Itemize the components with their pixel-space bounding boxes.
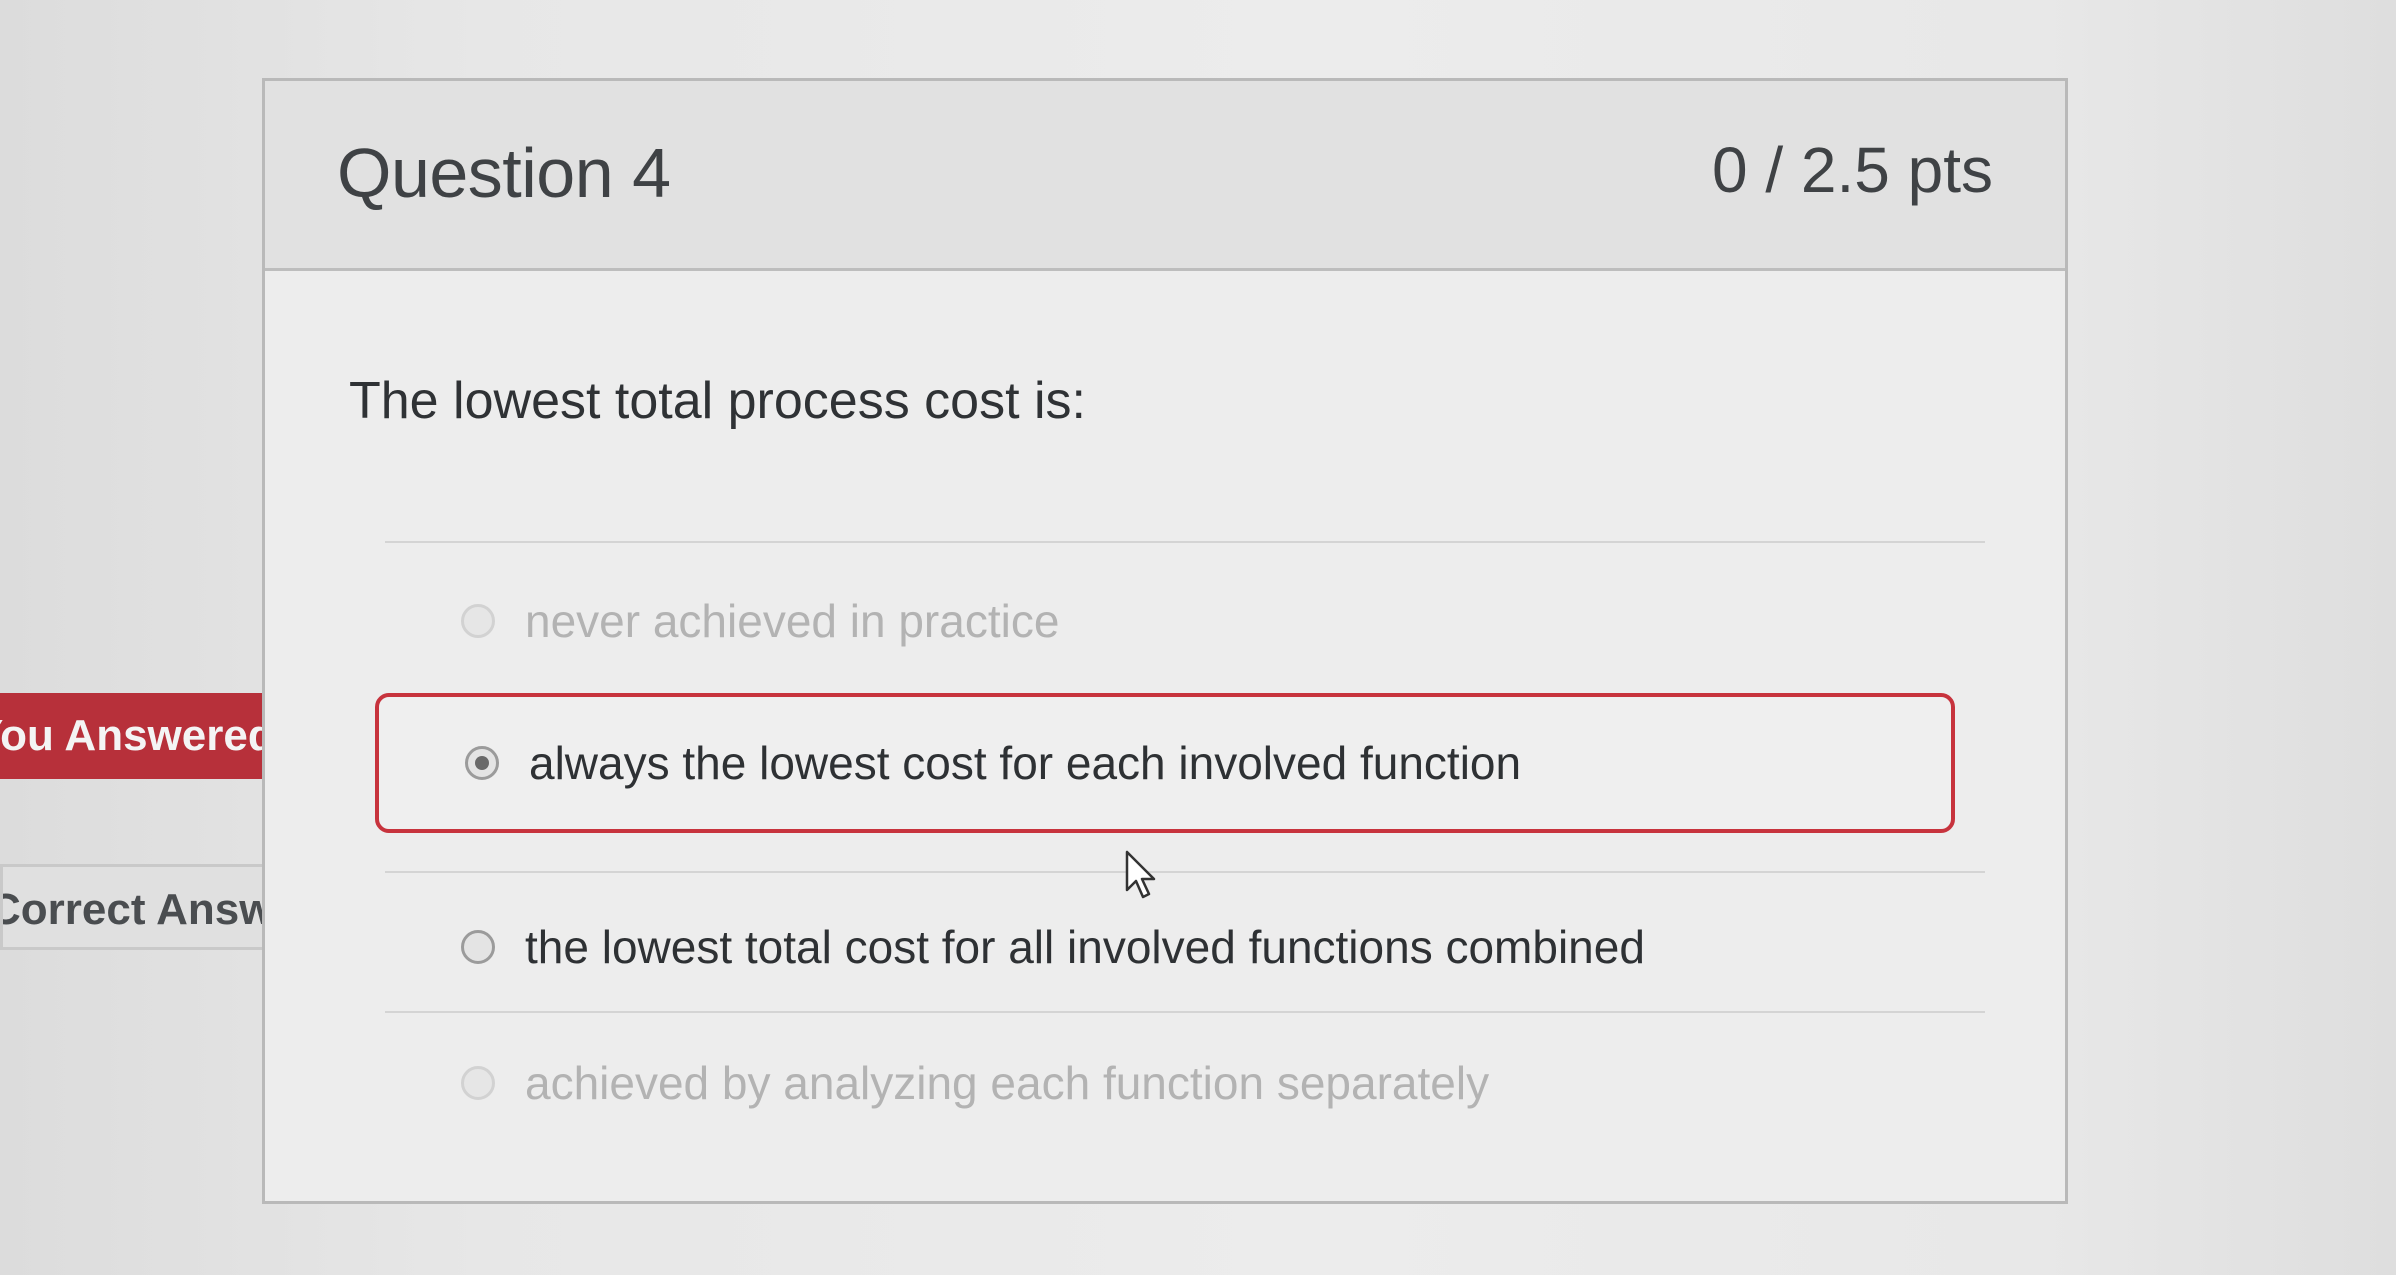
- radio-button-icon[interactable]: [465, 746, 499, 780]
- answer-option-1[interactable]: never achieved in practice: [375, 551, 1955, 691]
- question-title: Question 4: [337, 134, 671, 212]
- answer-divider: [385, 541, 1985, 543]
- answer-option-3-correct[interactable]: the lowest total cost for all involved f…: [375, 877, 1955, 1017]
- mouse-pointer-icon: [1125, 850, 1156, 899]
- answer-label: achieved by analyzing each function sepa…: [525, 1057, 1490, 1109]
- answer-label: the lowest total cost for all involved f…: [525, 921, 1645, 973]
- radio-button-icon[interactable]: [461, 604, 495, 638]
- answer-label: never achieved in practice: [525, 595, 1060, 647]
- answer-option-2-selected[interactable]: always the lowest cost for each involved…: [375, 693, 1955, 833]
- question-prompt: The lowest total process cost is:: [349, 372, 1086, 430]
- question-header: Question 4 0 / 2.5 pts: [265, 81, 2065, 271]
- question-points: 0 / 2.5 pts: [1711, 134, 1993, 206]
- answer-label: always the lowest cost for each involved…: [529, 737, 1522, 789]
- quiz-results-page: You Answered Correct Answer Question 4 0…: [0, 0, 2396, 1275]
- radio-button-icon[interactable]: [461, 1066, 495, 1100]
- question-card: Question 4 0 / 2.5 pts The lowest total …: [262, 78, 2068, 1204]
- answer-divider: [385, 871, 1985, 873]
- answer-option-4[interactable]: achieved by analyzing each function sepa…: [375, 1013, 1955, 1153]
- radio-button-icon[interactable]: [461, 930, 495, 964]
